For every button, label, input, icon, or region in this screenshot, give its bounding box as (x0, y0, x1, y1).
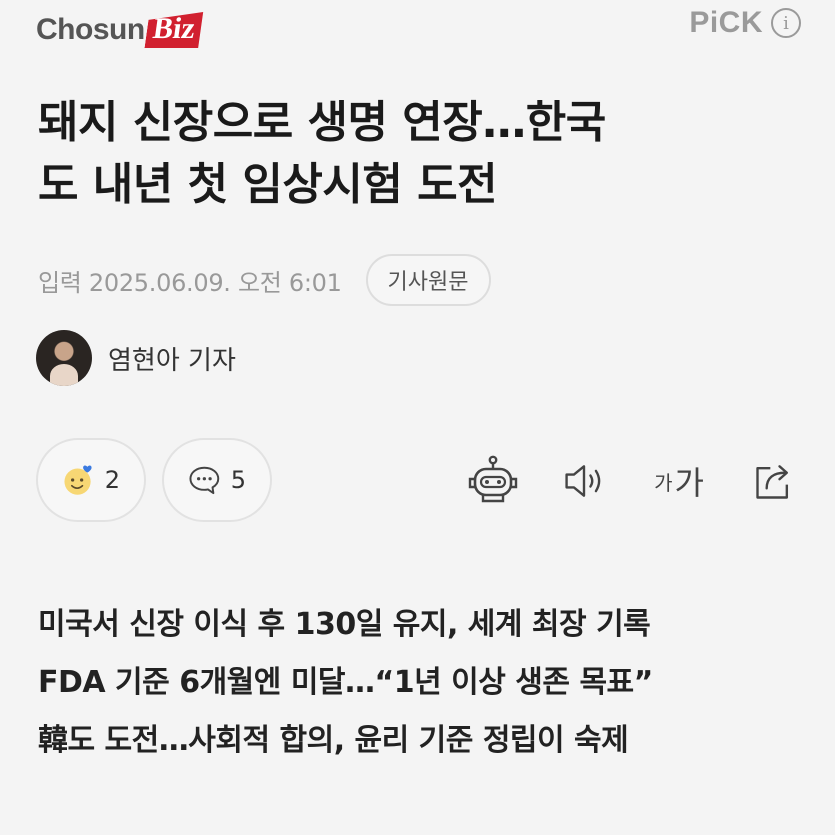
author-name[interactable]: 염현아 기자 (108, 340, 236, 377)
comment-button[interactable]: 5 (162, 438, 272, 522)
share-icon (756, 465, 789, 499)
avatar[interactable] (36, 330, 92, 386)
summary-line: 韓도 도전…사회적 합의, 윤리 기준 정립이 숙제 (38, 723, 629, 758)
smiley-icon (64, 465, 92, 495)
info-icon[interactable]: i (771, 8, 801, 38)
article-meta: 입력 2025.06.09. 오전 6:01 기사원문 (38, 254, 491, 306)
robot-icon (468, 455, 518, 503)
original-article-button[interactable]: 기사원문 (365, 254, 491, 306)
reactions-bar: 2 5 (36, 438, 272, 522)
emoji-count: 2 (104, 466, 120, 494)
summary-line: FDA 기준 6개월엔 미달…“1년 이상 생존 목표” (38, 665, 653, 700)
share-button[interactable] (749, 446, 799, 516)
chosunbiz-logo[interactable]: Chosun Biz (36, 2, 200, 58)
headline-line-1: 돼지 신장으로 생명 연장…한국 (38, 97, 606, 148)
logo-text: Chosun (36, 13, 145, 46)
summary-line: 미국서 신장 이식 후 130일 유지, 세계 최장 기록 (38, 607, 651, 642)
article-headline: 돼지 신장으로 생명 연장…한국 도 내년 첫 임상시험 도전 (38, 92, 798, 216)
ai-summary-button[interactable] (463, 446, 523, 516)
font-size-button[interactable]: 가가 (649, 446, 709, 516)
author-byline[interactable]: 염현아 기자 (36, 330, 236, 386)
font-size-large-glyph: 가 (674, 464, 704, 502)
pick-badge[interactable]: PiCK i (689, 6, 801, 40)
article-toolbar: 가가 (463, 446, 799, 516)
listen-button[interactable] (559, 446, 609, 516)
comment-icon (189, 466, 220, 495)
font-size-icon: 가 (654, 470, 673, 495)
pick-label: PiCK (689, 6, 763, 39)
comment-count: 5 (230, 466, 246, 494)
headline-line-2: 도 내년 첫 임상시험 도전 (38, 159, 498, 210)
emoji-reaction-button[interactable]: 2 (36, 438, 146, 522)
speaker-icon (565, 465, 601, 497)
logo-accent: Biz (144, 12, 203, 48)
publish-date: 입력 2025.06.09. 오전 6:01 (38, 268, 342, 297)
article-summary: 미국서 신장 이식 후 130일 유지, 세계 최장 기록 FDA 기준 6개월… (38, 596, 808, 770)
